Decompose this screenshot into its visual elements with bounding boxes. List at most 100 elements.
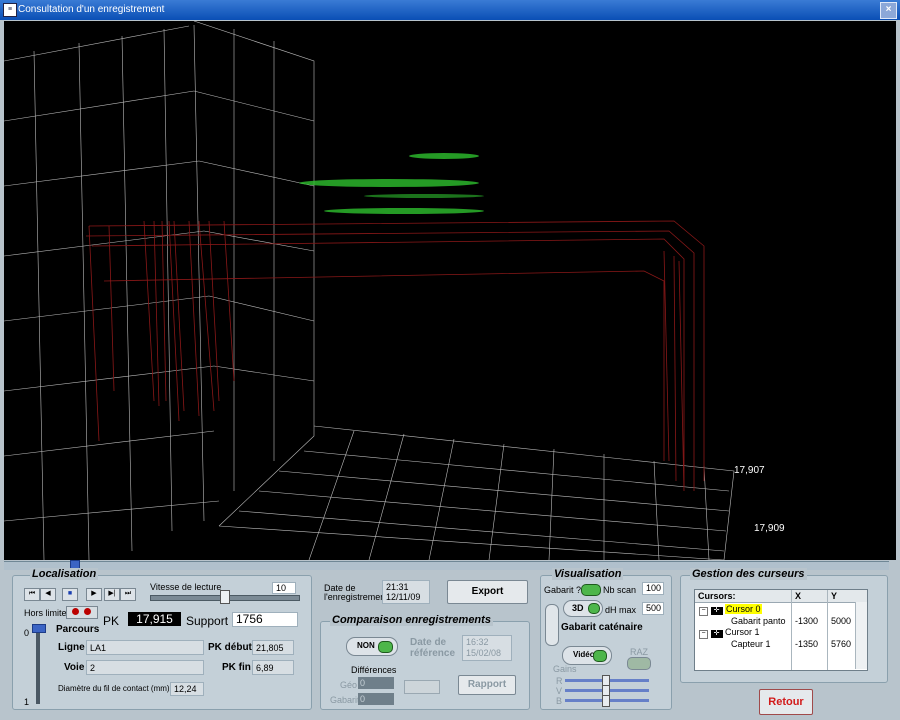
- diametre-label: Diamètre du fil de contact (mm): [58, 684, 170, 693]
- play-button[interactable]: ▶: [86, 588, 102, 601]
- slider-top-label: 0: [24, 628, 30, 638]
- header-y: Y: [831, 591, 838, 601]
- collapse-icon[interactable]: −: [699, 607, 708, 616]
- catenary-gauge-structure: [85, 220, 705, 492]
- date-enregistrement-date: 12/11/09: [386, 592, 421, 602]
- video-toggle-label: Vidéo: [573, 650, 595, 659]
- cursor-list[interactable]: Cursors: X Y − ✛ Cursor 0 Gabarit panto …: [694, 589, 868, 671]
- title-bar: ≡ Consultation d'un enregistrement ×: [0, 0, 900, 20]
- hors-limite-label: Hors limite: [24, 608, 67, 618]
- gabarit-catenaire-label: Gabarit caténaire: [561, 622, 643, 633]
- pk-fin-label: PK fin: [222, 662, 251, 673]
- gains-label: Gains: [553, 664, 577, 674]
- parcours-label: Parcours: [56, 624, 100, 635]
- cursor-name: Cursor 0: [725, 604, 762, 614]
- 3d-scene: 17,907 17,909: [3, 20, 785, 561]
- tree-row-gabarit-panto[interactable]: Gabarit panto: [731, 616, 786, 626]
- cursor-name: Cursor 1: [725, 627, 760, 637]
- cursor-list-header: Cursors: X Y: [695, 590, 867, 603]
- window-title: Consultation d'un enregistrement: [18, 4, 165, 15]
- raz-label: RAZ: [630, 647, 648, 657]
- next-button[interactable]: ▶|: [104, 588, 120, 601]
- date-reference-time: 16:32: [466, 637, 489, 647]
- geo-label: Géo: [340, 680, 358, 690]
- pk-debut-label: PK début: [208, 642, 252, 653]
- vertical-slider-handle[interactable]: [32, 624, 46, 633]
- speed-input[interactable]: 10: [272, 582, 296, 594]
- visualisation-title: Visualisation: [552, 568, 624, 580]
- nb-scan-label: Nb scan: [603, 585, 637, 595]
- tree-row-cursor-0[interactable]: − ✛ Cursor 0: [699, 604, 762, 616]
- first-button[interactable]: ⏮: [24, 588, 40, 601]
- pk-fin-field: 6,89: [252, 660, 294, 675]
- dh-max-label: dH max: [605, 605, 637, 615]
- support-field[interactable]: 1756: [232, 612, 298, 627]
- grid-left-wall: [3, 20, 315, 561]
- video-toggle-led: [593, 650, 607, 662]
- pk-debut-field: 21,805: [252, 640, 294, 655]
- gain-b-handle[interactable]: [602, 695, 610, 707]
- app-icon: ≡: [3, 3, 17, 17]
- differences-label: Différences: [351, 665, 397, 675]
- hors-limite-led-left: [72, 608, 79, 615]
- 3d-toggle[interactable]: 3D: [563, 600, 603, 617]
- last-button[interactable]: ⏭: [120, 588, 136, 601]
- nb-scan-input[interactable]: 100: [642, 582, 664, 595]
- geo-value: 0: [358, 677, 394, 689]
- raz-toggle[interactable]: [627, 657, 651, 670]
- close-button[interactable]: ×: [880, 2, 897, 19]
- cursor-list-scrollbar[interactable]: [855, 602, 867, 669]
- gabarit-question-label: Gabarit ?: [544, 585, 582, 595]
- diametre-field: 12,24: [170, 682, 204, 696]
- speed-label: Vitesse de lecture: [150, 582, 222, 592]
- voie-field: 2: [86, 660, 204, 675]
- gain-r-label: R: [556, 676, 563, 686]
- date-reference-field: 16:32 15/02/08: [462, 635, 512, 661]
- tree-row-capteur-1[interactable]: Capteur 1: [731, 639, 771, 649]
- dh-max-input[interactable]: 500: [642, 602, 664, 615]
- gabarit-catenaire-switch[interactable]: [545, 604, 559, 646]
- ligne-field: LA1: [86, 640, 204, 655]
- non-toggle-label: NON: [357, 641, 375, 650]
- gabarit-led[interactable]: [581, 584, 601, 596]
- date-reference-label-1: Date de: [410, 637, 447, 648]
- date-enregistrement-field: 21:31 12/11/09: [382, 580, 430, 604]
- speed-slider-handle[interactable]: [220, 590, 230, 604]
- export-button[interactable]: Export: [447, 580, 528, 604]
- viewport-label-top: 17,907: [734, 465, 765, 476]
- non-toggle-led: [378, 641, 393, 653]
- diff-nav-buttons[interactable]: [404, 680, 440, 694]
- col-divider-y: [827, 590, 828, 670]
- 3d-toggle-label: 3D: [572, 603, 584, 613]
- gain-b-label: B: [556, 696, 563, 706]
- date-enregistrement-label-2: l'enregistrement: [324, 592, 388, 602]
- prev-button[interactable]: ◀: [40, 588, 56, 601]
- retour-button[interactable]: Retour: [759, 689, 813, 715]
- header-x: X: [795, 591, 802, 601]
- 3d-viewport[interactable]: 17,907 17,909: [3, 20, 896, 561]
- viewport-label-bottom: 17,909: [754, 523, 785, 534]
- capteur-1-y: 5760: [831, 639, 852, 649]
- gabarit-diff-label: Gabarit: [330, 695, 360, 705]
- collapse-icon[interactable]: −: [699, 630, 708, 639]
- date-reference-label-2: référence: [410, 648, 456, 659]
- pk-label: PK: [103, 614, 120, 628]
- gabarit-diff-value: 0: [358, 693, 394, 705]
- localisation-title: Localisation: [30, 568, 99, 580]
- voie-label: Voie: [64, 662, 85, 673]
- gain-v-label: V: [556, 686, 563, 696]
- non-toggle[interactable]: NON: [346, 637, 398, 656]
- tree-row-cursor-1[interactable]: − ✛ Cursor 1: [699, 627, 760, 639]
- slider-bottom-label: 1: [24, 697, 30, 707]
- pk-display: 17,915: [128, 612, 181, 626]
- video-toggle[interactable]: Vidéo: [562, 646, 612, 665]
- vertical-slider[interactable]: [36, 628, 40, 704]
- date-reference-date: 15/02/08: [466, 648, 502, 658]
- hors-limite-toggle[interactable]: [66, 606, 98, 619]
- cursor-icon: ✛: [710, 607, 723, 615]
- rapport-button[interactable]: Rapport: [458, 675, 516, 695]
- gabarit-panto-x: -1300: [795, 616, 819, 626]
- stop-button[interactable]: ■: [62, 588, 78, 601]
- date-enregistrement-time: 21:31: [386, 582, 409, 592]
- ligne-label: Ligne: [58, 642, 85, 653]
